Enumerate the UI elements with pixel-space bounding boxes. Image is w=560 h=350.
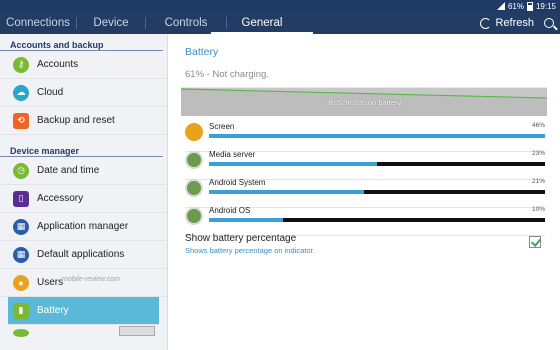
sidebar-item-accounts[interactable]: ⚷ Accounts bbox=[0, 51, 167, 79]
battery-graph-label: 3h 52m 10s on battery bbox=[326, 98, 402, 107]
android-icon bbox=[185, 179, 203, 197]
battery-graph[interactable]: 3h 52m 10s on battery bbox=[181, 87, 547, 116]
usage-bar bbox=[209, 190, 545, 194]
usage-name: Android System bbox=[209, 178, 266, 187]
settings-tab-bar: Connections Device Controls General Refr… bbox=[0, 12, 560, 34]
refresh-label: Refresh bbox=[495, 17, 534, 29]
sidebar-item-label: Battery bbox=[37, 305, 69, 316]
backup-icon: ⟲ bbox=[13, 112, 29, 129]
usage-percent: 10% bbox=[531, 206, 545, 213]
clock-icon: ◷ bbox=[13, 162, 29, 179]
sidebar-item-accessory[interactable]: ▯ Accessory bbox=[0, 185, 167, 213]
usage-bar bbox=[209, 218, 545, 222]
sidebar-item-label: Application manager bbox=[37, 221, 129, 232]
screen-sun-icon bbox=[185, 123, 203, 141]
toggle-switch[interactable] bbox=[119, 326, 155, 336]
section-header-accounts: Accounts and backup bbox=[0, 34, 163, 51]
sidebar-item-label: Date and time bbox=[37, 165, 100, 176]
show-battery-percentage-row[interactable]: Show battery percentage Shows battery pe… bbox=[185, 233, 545, 261]
show-percentage-checkbox[interactable] bbox=[529, 236, 541, 248]
sidebar: Accounts and backup ⚷ Accounts ☁ Cloud ⟲… bbox=[0, 34, 168, 350]
sidebar-item-application-manager[interactable]: ▦ Application manager bbox=[0, 213, 167, 241]
tab-controls[interactable]: Controls bbox=[146, 12, 226, 34]
usage-row-media-server[interactable]: Media server 23% bbox=[185, 150, 545, 180]
key-icon: ⚷ bbox=[13, 56, 29, 73]
cloud-icon: ☁ bbox=[13, 84, 29, 101]
sidebar-item-label: Cloud bbox=[37, 87, 64, 98]
usage-percent: 21% bbox=[531, 178, 545, 185]
usage-fill bbox=[209, 162, 377, 166]
sidebar-item-default-applications[interactable]: ▦ Default applications bbox=[0, 241, 167, 269]
tab-general[interactable]: General bbox=[211, 12, 313, 34]
tab-actions: Refresh bbox=[480, 12, 554, 34]
tab-connections[interactable]: Connections bbox=[0, 12, 76, 34]
battery-status-icon bbox=[526, 1, 533, 11]
android-icon bbox=[185, 151, 203, 169]
sidebar-item-cloud[interactable]: ☁ Cloud bbox=[0, 79, 167, 107]
status-right: 61% 19:15 bbox=[496, 0, 556, 12]
show-percentage-subtitle: Shows battery percentage on indicator. bbox=[185, 246, 315, 255]
usage-row-android-system[interactable]: Android System 21% bbox=[185, 178, 545, 208]
sidebar-item-date-time[interactable]: ◷ Date and time bbox=[0, 157, 167, 185]
sidebar-item-label: Users bbox=[37, 277, 64, 288]
usage-name: Media server bbox=[209, 150, 256, 159]
show-percentage-title: Show battery percentage bbox=[185, 233, 297, 244]
default-apps-icon: ▦ bbox=[13, 246, 29, 263]
usage-fill bbox=[209, 134, 545, 138]
apps-icon: ▦ bbox=[13, 218, 29, 235]
sidebar-item-battery[interactable]: ▮ Battery bbox=[8, 297, 159, 325]
sidebar-item-power-saving[interactable] bbox=[0, 325, 167, 337]
usage-row-android-os[interactable]: Android OS 10% bbox=[185, 206, 545, 236]
usage-fill bbox=[209, 190, 364, 194]
battery-level: 61% bbox=[507, 1, 524, 11]
usage-bar bbox=[209, 134, 545, 138]
sidebar-item-users[interactable]: ● Users bbox=[0, 269, 167, 297]
sidebar-item-label: Accounts bbox=[37, 59, 79, 70]
status-bar: 61% 19:15 bbox=[0, 0, 560, 12]
watermark: mobile-review.com bbox=[62, 276, 120, 283]
clock-time: 19:15 bbox=[535, 1, 556, 11]
page-title: Battery bbox=[185, 46, 219, 58]
battery-panel: Battery 61% - Not charging. 3h 52m 10s o… bbox=[176, 34, 560, 350]
refresh-button[interactable]: Refresh bbox=[480, 17, 534, 29]
usage-percent: 46% bbox=[531, 122, 545, 129]
power-saving-icon bbox=[13, 329, 29, 337]
sidebar-item-backup-reset[interactable]: ⟲ Backup and reset bbox=[0, 107, 167, 135]
users-icon: ● bbox=[13, 274, 29, 291]
sidebar-item-label: Default applications bbox=[37, 249, 125, 260]
section-header-device-manager: Device manager bbox=[0, 140, 163, 157]
sidebar-item-label: Accessory bbox=[37, 193, 84, 204]
usage-row-screen[interactable]: Screen 46% bbox=[185, 122, 545, 152]
battery-status-text: 61% - Not charging. bbox=[185, 69, 269, 80]
usage-name: Android OS bbox=[209, 206, 251, 215]
search-icon[interactable] bbox=[544, 18, 554, 28]
android-icon bbox=[185, 207, 203, 225]
sidebar-item-label: Backup and reset bbox=[37, 115, 115, 126]
signal-icon bbox=[496, 2, 505, 10]
usage-bar bbox=[209, 162, 545, 166]
usage-percent: 23% bbox=[531, 150, 545, 157]
usage-fill bbox=[209, 218, 283, 222]
battery-icon: ▮ bbox=[13, 302, 29, 319]
tab-device[interactable]: Device bbox=[77, 12, 145, 34]
accessory-icon: ▯ bbox=[13, 190, 29, 207]
usage-name: Screen bbox=[209, 122, 235, 131]
refresh-icon bbox=[480, 17, 492, 29]
